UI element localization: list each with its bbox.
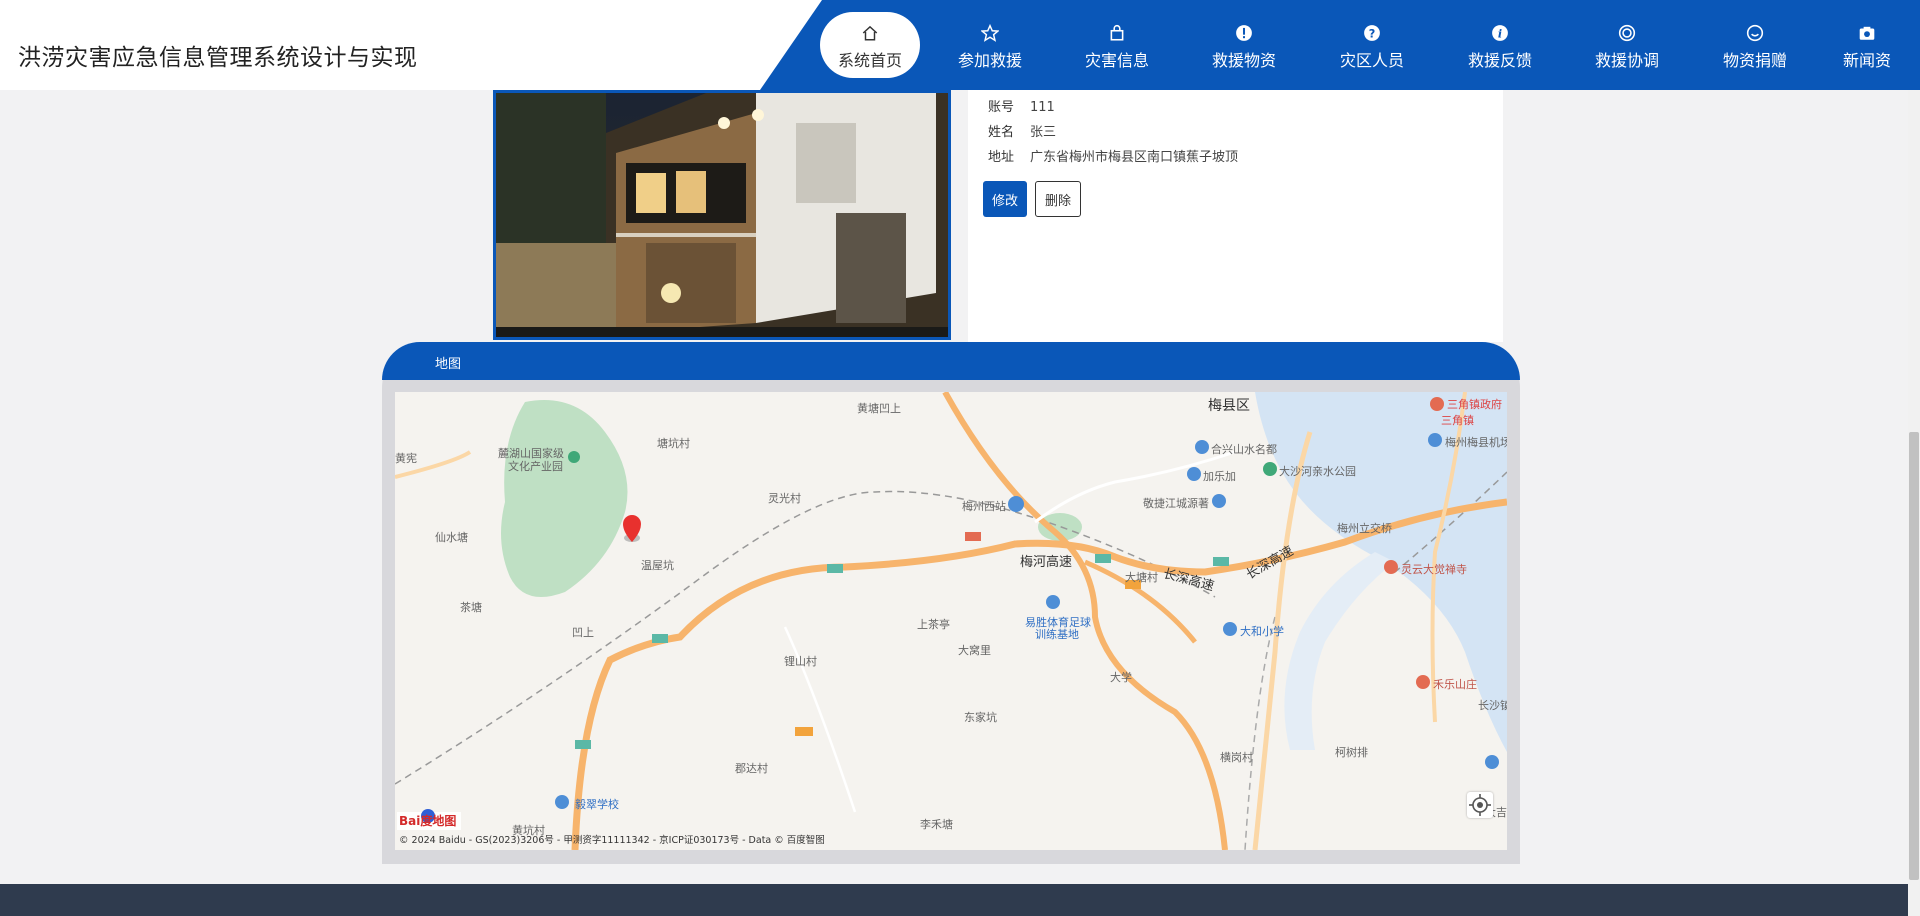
map-place-label: 黄宪 [395,452,417,465]
nav-item-disaster-people[interactable]: ? 灾区人员 [1317,0,1427,90]
nav-item-rescue-supplies[interactable]: 救援物资 [1189,0,1299,90]
nav-item-rescue-feedback[interactable]: i 救援反馈 [1445,0,1555,90]
map-place-label: 大沙河亲水公园 [1279,465,1356,478]
nav-label: 新闻资 [1842,51,1891,70]
map-place-label: 茶塘 [460,601,482,614]
question-icon: ? [1364,25,1380,41]
map-place-label: 梅州梅县机场 [1445,436,1507,449]
svg-text:i: i [1498,27,1502,41]
field-key: 姓名 [988,125,1015,140]
nav-label: 救援反馈 [1467,51,1532,70]
alert-icon [1236,25,1252,41]
nav-item-disaster-info[interactable]: 灾害信息 [1062,0,1172,90]
map-panel-title: 地图 [435,357,462,372]
baidu-map[interactable]: Bai度地图 梅县区 三角镇政府 三角镇 黄塘凹上 塘坑村 麓湖山国家级 文化产… [395,392,1507,850]
map-place-label: 梅州立交桥 [1337,522,1392,535]
field-value: 张三 [1030,125,1057,140]
field-key: 账号 [988,100,1015,115]
home-icon [862,25,878,41]
map-place-label: 东家坑 [964,711,997,724]
baidu-logo-text: Bai度地图 [399,814,457,828]
map-place-label: 梅县区 [1208,398,1250,414]
top-header: 洪涝灾害应急信息管理系统设计与实现 系统首页 参加救援 灾害信息 救援物资 ? … [0,0,1920,90]
nav-label: 灾害信息 [1084,51,1149,70]
nav-item-news[interactable]: 新闻资 [1827,0,1907,90]
nav-label: 系统首页 [837,51,902,70]
map-copyright: © 2024 Baidu - GS(2023)3206号 - 甲测资字11111… [399,835,825,846]
field-value: 广东省梅州市梅县区南口镇蕉子坡顶 [1030,150,1239,165]
map-panel: 地图 Bai度地图 梅县区 三角镇政府 三角镇 黄塘凹上 塘坑村 麓湖山国家级 … [382,342,1520,864]
nav-item-rescue-coordination[interactable]: 救援协调 [1572,0,1682,90]
svg-text:?: ? [1369,28,1376,41]
map-place-label: 黄塘凹上 [857,402,901,415]
nav-label: 救援物资 [1211,51,1276,70]
map-place-label: 训练基地 [1035,628,1079,641]
map-place-label: 大和小学 [1240,625,1284,638]
field-value: 111 [1030,100,1055,115]
record-info-card: 账号 111 姓名 张三 地址 广东省梅州市梅县区南口镇蕉子坡顶 修改 删除 [968,90,1503,342]
map-place-label: 大学 [1110,671,1132,684]
field-row-address: 地址 广东省梅州市梅县区南口镇蕉子坡顶 [988,146,1238,165]
map-place-label: 长沙镇 [1478,699,1507,712]
field-row-name: 姓名 张三 [988,121,1056,140]
house-photo [493,90,951,340]
scrollbar-thumb[interactable] [1909,432,1919,880]
map-place-label: 禾乐山庄 [1433,678,1477,691]
map-place-label: 合兴山水名都 [1211,443,1277,456]
edit-button[interactable]: 修改 [983,181,1027,217]
nav-label: 参加救援 [957,51,1022,70]
locate-icon [1469,794,1491,816]
map-place-label: 文化产业园 [508,460,563,473]
map-place-label: 上茶亭 [917,618,950,631]
camera-icon [1859,26,1875,40]
map-place-label: 塘坑村 [657,437,690,450]
site-title: 洪涝灾害应急信息管理系统设计与实现 [18,45,418,71]
nav-label: 救援协调 [1594,51,1659,70]
smile-icon [1746,24,1764,42]
nav-item-donation[interactable]: 物资捐赠 [1700,0,1810,90]
map-locate-button[interactable] [1467,792,1493,818]
map-place-label: 锂山村 [784,655,817,668]
map-place-label: 加乐加 [1203,470,1236,483]
map-place-label: 柯树排 [1335,746,1368,759]
nav-label: 灾区人员 [1339,51,1404,70]
delete-button[interactable]: 删除 [1035,181,1081,217]
map-place-label: 温屋坑 [641,559,674,572]
bag-icon [1110,24,1124,41]
map-place-label: 毅翠学校 [575,798,619,811]
map-place-label: 仙水塘 [435,531,468,544]
house-photo-illustration [496,93,948,337]
map-panel-header: 地图 [382,342,1520,380]
map-place-label: 大塘村 [1125,571,1158,584]
field-row-account: 账号 111 [988,96,1055,115]
map-place-label: 灵云大觉禅寺 [1401,563,1467,576]
map-place-label: 大窝里 [958,644,991,657]
star-icon [981,24,999,42]
map-place-label: 梅州西站 [962,500,1006,513]
info-icon: i [1492,25,1508,41]
map-place-label: 凹上 [572,626,594,639]
map-place-label: 灵光村 [768,492,801,505]
map-place-label: 三角镇 [1441,414,1474,427]
map-place-label: 敬捷江城源著 [1143,497,1209,510]
nav-item-join-rescue[interactable]: 参加救援 [935,0,1045,90]
nav-item-home[interactable]: 系统首页 [820,12,920,78]
map-place-label: 横岗村 [1220,751,1253,764]
field-key: 地址 [988,150,1015,165]
page-footer [0,884,1908,916]
map-place-label: 李禾塘 [920,818,953,831]
nav-label: 物资捐赠 [1722,51,1787,70]
target-icon [1618,24,1636,42]
map-place-label: 三角镇政府 [1447,398,1502,411]
map-place-label: 郡达村 [735,762,768,775]
map-road-label: 梅河高速 [1020,555,1073,570]
